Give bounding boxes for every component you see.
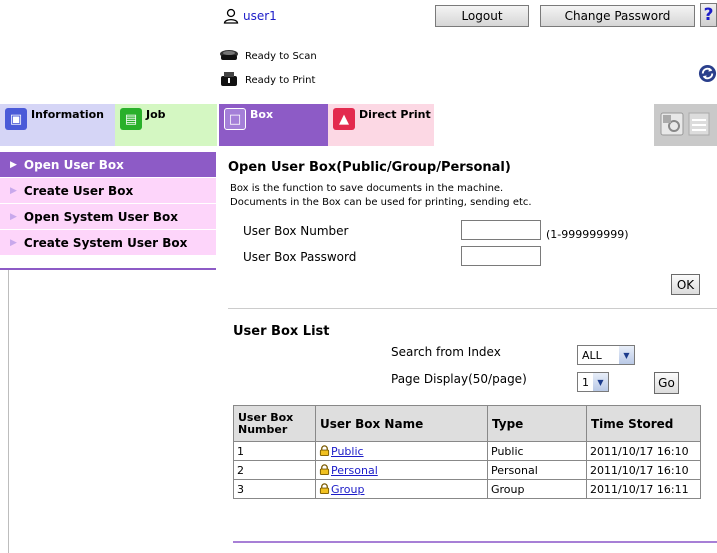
- user-info: user1: [223, 6, 277, 26]
- page-display-value: 1: [582, 375, 589, 389]
- list-icon: [688, 112, 710, 136]
- box-password-label: User Box Password: [243, 250, 357, 264]
- column-header-number: User Box Number: [233, 405, 316, 442]
- job-icon: ▤: [120, 108, 142, 130]
- search-index-value: ALL: [582, 348, 602, 362]
- printer-icon: [221, 72, 237, 86]
- tab-information[interactable]: ▣ Information: [0, 104, 115, 146]
- lock-icon: [319, 482, 330, 494]
- column-header-type: Type: [487, 405, 587, 442]
- direct-print-icon: ▲: [333, 108, 355, 130]
- scan-status-text: Ready to Scan: [245, 50, 317, 62]
- lock-icon: [319, 444, 330, 456]
- table-row: 2 Personal Personal 2011/10/17 16:10: [233, 460, 701, 480]
- page-display-label: Page Display(50/page): [391, 372, 527, 386]
- sidebar-item-label: Create User Box: [23, 183, 134, 198]
- chevron-down-icon: ▼: [619, 346, 634, 364]
- table-row: 1 Public Public 2011/10/17 16:10: [233, 441, 701, 461]
- tab-direct-print[interactable]: ▲ Direct Print: [328, 104, 434, 146]
- ok-button[interactable]: OK: [671, 274, 700, 295]
- sidebar-item-open-system-user-box[interactable]: ▶ Open System User Box: [0, 204, 216, 230]
- sidebar-border: [8, 270, 9, 553]
- arrow-right-icon: ▶: [10, 211, 17, 222]
- arrow-right-icon: ▶: [10, 159, 17, 170]
- tab-box[interactable]: □ Box: [219, 104, 328, 146]
- table-row: 3 Group Group 2011/10/17 16:11: [233, 479, 701, 499]
- tab-information-label: Information: [31, 108, 104, 121]
- tab-job[interactable]: ▤ Job: [115, 104, 217, 146]
- page-display-select[interactable]: 1 ▼: [577, 372, 609, 392]
- box-number-cell: 2: [233, 460, 316, 480]
- box-password-input[interactable]: [461, 246, 541, 266]
- tab-tools[interactable]: [654, 104, 717, 146]
- change-password-button[interactable]: Change Password: [540, 5, 695, 27]
- print-status-text: Ready to Print: [245, 74, 316, 86]
- box-number-cell: 3: [233, 479, 316, 499]
- list-title: User Box List: [233, 324, 330, 339]
- box-number-cell: 1: [233, 441, 316, 461]
- box-time-cell: 2011/10/17 16:11: [586, 479, 701, 499]
- column-header-time: Time Stored: [586, 405, 701, 442]
- sidebar-item-open-user-box[interactable]: ▶ Open User Box: [0, 152, 216, 178]
- box-name-link[interactable]: Public: [331, 445, 364, 458]
- user-box-table: User Box Number User Box Name Type Time …: [233, 405, 701, 499]
- sidebar-item-label: Open System User Box: [23, 209, 178, 224]
- table-header-row: User Box Number User Box Name Type Time …: [233, 405, 701, 442]
- tab-direct-print-label: Direct Print: [359, 108, 431, 121]
- search-index-select[interactable]: ALL ▼: [577, 345, 635, 365]
- bottom-divider: [233, 541, 717, 543]
- chevron-down-icon: ▼: [593, 373, 608, 391]
- scan-status: Ready to Scan: [219, 47, 317, 65]
- sidebar-item-create-system-user-box[interactable]: ▶ Create System User Box: [0, 230, 216, 256]
- settings-icon: [660, 112, 684, 136]
- sidebar-item-label: Open User Box: [23, 157, 124, 172]
- box-type-cell: Group: [487, 479, 587, 499]
- box-time-cell: 2011/10/17 16:10: [586, 460, 701, 480]
- box-name-link[interactable]: Group: [331, 483, 365, 496]
- box-time-cell: 2011/10/17 16:10: [586, 441, 701, 461]
- tab-box-label: Box: [250, 108, 274, 121]
- tab-job-label: Job: [146, 108, 166, 121]
- information-icon: ▣: [5, 108, 27, 130]
- box-number-label: User Box Number: [243, 224, 349, 238]
- sidebar: ▶ Open User Box ▶ Create User Box ▶ Open…: [0, 152, 216, 256]
- user-name[interactable]: user1: [243, 9, 277, 23]
- help-button[interactable]: ?: [700, 3, 717, 27]
- refresh-icon[interactable]: [698, 64, 717, 83]
- lock-icon: [319, 463, 330, 475]
- user-icon: [223, 8, 239, 24]
- box-type-cell: Public: [487, 441, 587, 461]
- box-name-cell: Personal: [315, 460, 488, 480]
- page-title: Open User Box(Public/Group/Personal): [228, 160, 511, 175]
- box-name-cell: Group: [315, 479, 488, 499]
- search-index-label: Search from Index: [391, 345, 501, 359]
- box-name-cell: Public: [315, 441, 488, 461]
- section-divider: [228, 308, 717, 309]
- sidebar-item-label: Create System User Box: [23, 235, 188, 250]
- box-icon: □: [224, 108, 246, 130]
- go-button[interactable]: Go: [654, 372, 679, 394]
- sidebar-item-create-user-box[interactable]: ▶ Create User Box: [0, 178, 216, 204]
- arrow-right-icon: ▶: [10, 237, 17, 248]
- scanner-icon: [220, 50, 238, 60]
- box-number-input[interactable]: [461, 220, 541, 240]
- tab-bar: ▣ Information ▤ Job □ Box ▲ Direct Print: [0, 104, 717, 146]
- sidebar-divider: [0, 268, 216, 270]
- column-header-name: User Box Name: [315, 405, 488, 442]
- arrow-right-icon: ▶: [10, 185, 17, 196]
- box-name-link[interactable]: Personal: [331, 464, 378, 477]
- logout-button[interactable]: Logout: [435, 5, 529, 27]
- print-status: Ready to Print: [219, 71, 315, 89]
- description-line-2: Documents in the Box can be used for pri…: [230, 197, 532, 208]
- box-number-range: (1-999999999): [546, 228, 629, 241]
- description-line-1: Box is the function to save documents in…: [230, 183, 504, 194]
- box-type-cell: Personal: [487, 460, 587, 480]
